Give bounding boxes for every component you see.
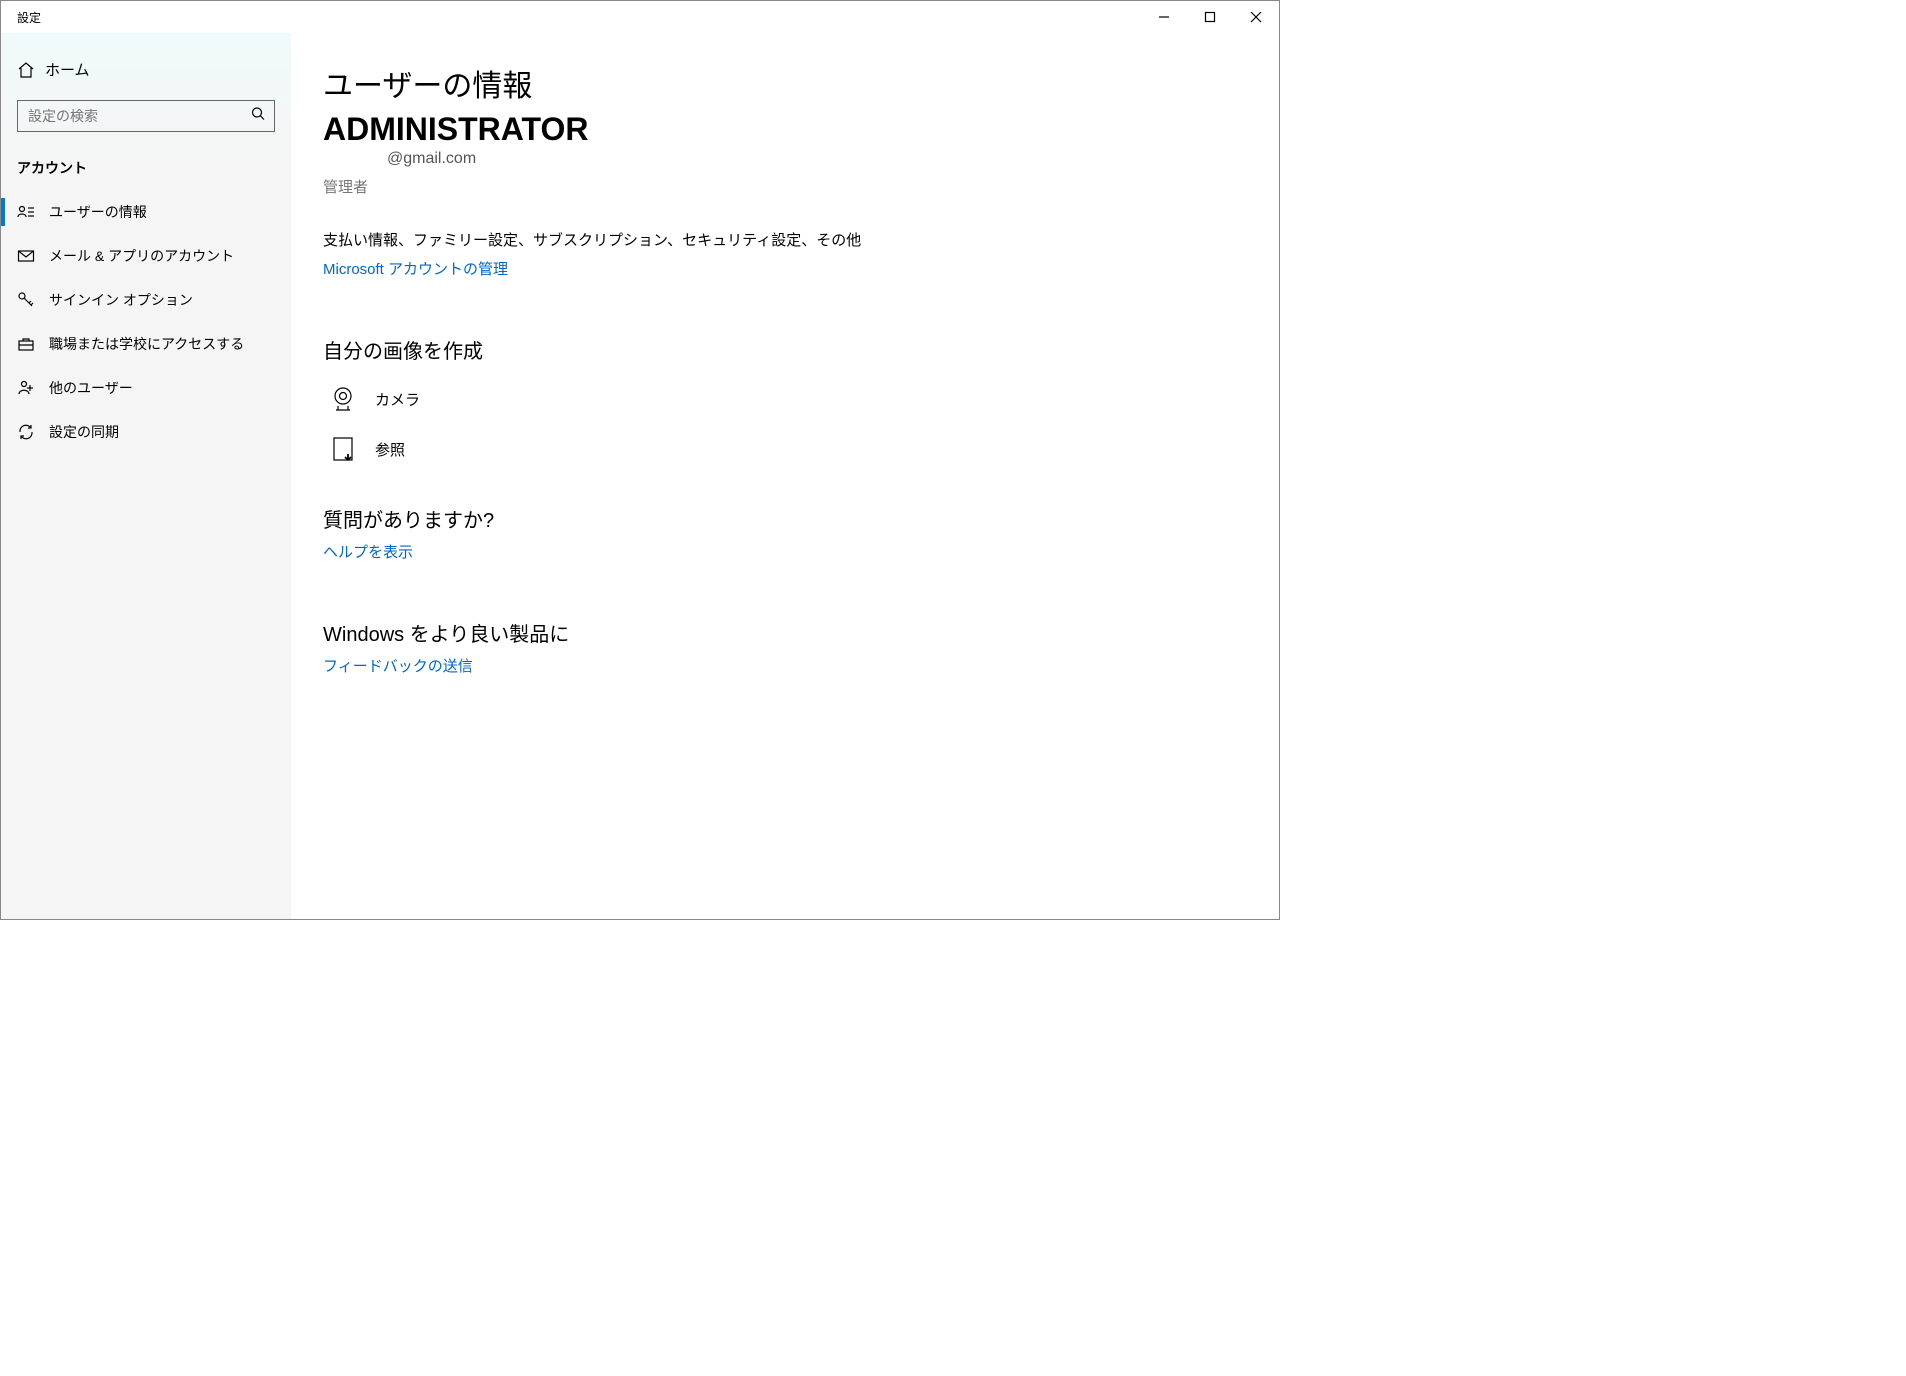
sidebar-item-label: 他のユーザー — [49, 378, 133, 398]
maximize-button[interactable] — [1187, 1, 1233, 33]
help-heading: 質問がありますか? — [323, 504, 1239, 533]
search-icon — [251, 107, 265, 126]
browse-label: 参照 — [375, 439, 405, 460]
window-controls — [1141, 1, 1279, 33]
sidebar-item-label: 設定の同期 — [49, 422, 119, 442]
sidebar-item-label: ユーザーの情報 — [49, 202, 147, 222]
feedback-link[interactable]: フィードバックの送信 — [323, 655, 473, 676]
home-label: ホーム — [45, 59, 90, 80]
sidebar-item-other-users[interactable]: 他のユーザー — [1, 366, 291, 410]
manage-account-link[interactable]: Microsoft アカウントの管理 — [323, 258, 508, 279]
close-button[interactable] — [1233, 1, 1279, 33]
sidebar-item-work-school[interactable]: 職場または学校にアクセスする — [1, 322, 291, 366]
briefcase-icon — [17, 335, 49, 353]
sidebar-item-label: 職場または学校にアクセスする — [49, 334, 244, 354]
sidebar-item-label: サインイン オプション — [49, 290, 193, 310]
search-input[interactable] — [17, 100, 275, 132]
sidebar-item-label: メール & アプリのアカウント — [49, 246, 234, 266]
help-link[interactable]: ヘルプを表示 — [323, 541, 413, 562]
sidebar: ホーム アカウント ユーザーの情報 メール & アプリのアカウント — [1, 33, 291, 919]
sidebar-item-signin-options[interactable]: サインイン オプション — [1, 278, 291, 322]
sidebar-item-user-info[interactable]: ユーザーの情報 — [1, 190, 291, 234]
browse-icon — [323, 434, 363, 464]
home-link[interactable]: ホーム — [1, 49, 291, 90]
sidebar-item-sync-settings[interactable]: 設定の同期 — [1, 410, 291, 454]
titlebar: 設定 — [1, 1, 1279, 33]
user-name: ADMINISTRATOR — [323, 111, 1239, 148]
browse-option[interactable]: 参照 — [323, 434, 1239, 464]
user-role: 管理者 — [323, 176, 1239, 197]
feedback-heading: Windows をより良い製品に — [323, 618, 1239, 647]
account-info-text: 支払い情報、ファミリー設定、サブスクリプション、セキュリティ設定、その他 — [323, 229, 1239, 250]
user-email: @gmail.com — [387, 150, 1239, 168]
main-content: ユーザーの情報 ADMINISTRATOR @gmail.com 管理者 支払い… — [291, 33, 1279, 919]
sidebar-item-email-accounts[interactable]: メール & アプリのアカウント — [1, 234, 291, 278]
sync-icon — [17, 423, 49, 441]
create-image-heading: 自分の画像を作成 — [323, 335, 1239, 364]
home-icon — [17, 61, 45, 79]
key-icon — [17, 291, 49, 309]
person-card-icon — [17, 203, 49, 221]
minimize-button[interactable] — [1141, 1, 1187, 33]
page-title: ユーザーの情報 — [323, 61, 1239, 105]
sidebar-section-label: アカウント — [1, 150, 291, 190]
camera-label: カメラ — [375, 389, 420, 410]
mail-icon — [17, 247, 49, 265]
camera-option[interactable]: カメラ — [323, 384, 1239, 414]
window-title: 設定 — [17, 9, 41, 26]
person-add-icon — [17, 379, 49, 397]
camera-icon — [323, 384, 363, 414]
